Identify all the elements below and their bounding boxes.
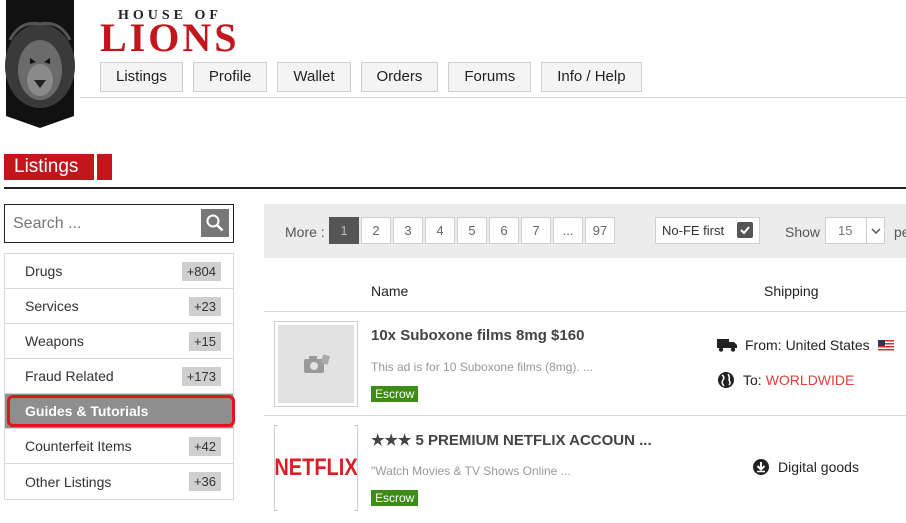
lion-logo [5,0,75,128]
listing-description: "Watch Movies & TV Shows Online ... [371,464,571,478]
page-ellipsis: ... [553,217,583,244]
download-icon [753,459,769,475]
pagination-bar: More : 1 2 3 4 5 6 7 ... 97 No-FE first … [264,204,906,258]
ship-to-label: To: [743,372,762,388]
us-flag-icon [877,339,894,351]
search-box [4,204,234,243]
count-badge: +15 [188,331,221,351]
page-button-current[interactable]: 1 [329,217,359,244]
section-divider [4,187,906,189]
nav-orders[interactable]: Orders [360,62,439,92]
search-button[interactable] [201,209,229,237]
section-accent-bar [88,154,94,180]
per-page-value: 15 [838,223,853,238]
sidebar-item-other-listings[interactable]: Other Listings +36 [5,464,233,499]
brand-name: LIONS [100,15,240,60]
header-divider [80,97,906,98]
sidebar-item-label: Weapons [25,333,84,349]
ship-to: To: WORLDWIDE [717,371,854,389]
sidebar-item-label: Drugs [25,263,63,279]
escrow-badge: Escrow [371,386,419,402]
netflix-logo: NETFLIX [274,421,358,515]
ship-digital: Digital goods [752,458,859,476]
sidebar-item-services[interactable]: Services +23 [5,289,233,324]
ship-from-country: United States [785,337,870,353]
globe-icon [718,372,734,388]
sidebar-item-label: Other Listings [25,473,112,490]
sidebar-item-label: Counterfeit Items [25,438,132,454]
search-input[interactable] [13,213,193,235]
main-nav: Listings Profile Wallet Orders Forums In… [100,62,642,92]
nav-listings[interactable]: Listings [100,62,183,92]
camera-icon [304,354,330,373]
checkbox[interactable] [737,222,753,238]
listing-title[interactable]: ★★★ 5 PREMIUM NETFLIX ACCOUN ... [371,431,652,449]
listing-title[interactable]: 10x Suboxone films 8mg $160 [371,327,584,344]
category-sidebar: Drugs +804 Services +23 Weapons +15 Frau… [4,253,235,500]
sidebar-item-guides-tutorials[interactable]: Guides & Tutorials [5,394,235,429]
page-button[interactable]: 5 [457,217,487,244]
count-badge: +23 [188,296,221,316]
section-accent-bar [97,154,112,180]
column-header-name: Name [371,283,409,299]
sidebar-item-counterfeit-items[interactable]: Counterfeit Items +42 [5,429,233,464]
per-page-select[interactable]: 15 [825,217,885,244]
listing-row[interactable]: NETFLIX ★★★ 5 PREMIUM NETFLIX ACCOUN ...… [264,415,906,523]
nav-profile[interactable]: Profile [192,62,268,92]
nav-forums[interactable]: Forums [448,62,532,92]
sidebar-item-label: Fraud Related [25,368,114,384]
page-list: 1 2 3 4 5 6 7 ... 97 [329,217,615,244]
column-header-shipping: Shipping [764,283,819,299]
listing-thumbnail[interactable] [274,321,358,407]
ship-to-region: WORLDWIDE [765,372,855,388]
nav-info-help[interactable]: Info / Help [541,62,642,92]
page-button-last[interactable]: 97 [585,217,615,244]
sidebar-item-fraud-related[interactable]: Fraud Related +173 [5,359,233,394]
sidebar-item-drugs[interactable]: Drugs +804 [5,254,233,289]
nav-wallet[interactable]: Wallet [277,62,351,92]
page-button[interactable]: 6 [489,217,519,244]
sidebar-item-label: Services [25,298,79,314]
page-button[interactable]: 3 [393,217,423,244]
page-button[interactable]: 4 [425,217,455,244]
listing-description: This ad is for 10 Suboxone films (8mg). … [371,360,594,374]
digital-goods-label: Digital goods [778,459,859,475]
escrow-badge: Escrow [371,490,419,506]
show-label: Show [785,224,821,240]
placeholder-image [278,325,354,403]
count-badge: +173 [181,366,221,386]
ship-from-label: From: [745,337,782,353]
sidebar-item-label: Guides & Tutorials [25,403,149,419]
more-label: More : [285,224,325,240]
page-button[interactable]: 2 [361,217,391,244]
per-page-suffix: pe [894,224,906,240]
page-button[interactable]: 7 [521,217,551,244]
listing-thumbnail[interactable]: NETFLIX [274,421,358,515]
section-title: Listings [4,154,89,180]
no-fe-first-label: No-FE first [662,223,725,238]
count-badge: +804 [181,261,221,281]
checkmark-icon [740,226,750,235]
count-badge: +36 [188,472,221,491]
no-fe-first-toggle[interactable]: No-FE first [655,217,760,244]
count-badge: +42 [188,436,221,456]
chevron-down-icon [866,218,884,243]
truck-icon [717,339,737,352]
listing-row[interactable]: 10x Suboxone films 8mg $160 This ad is f… [264,311,906,415]
search-icon [206,214,224,232]
ship-from: From: United States [717,337,894,353]
sidebar-item-weapons[interactable]: Weapons +15 [5,324,233,359]
